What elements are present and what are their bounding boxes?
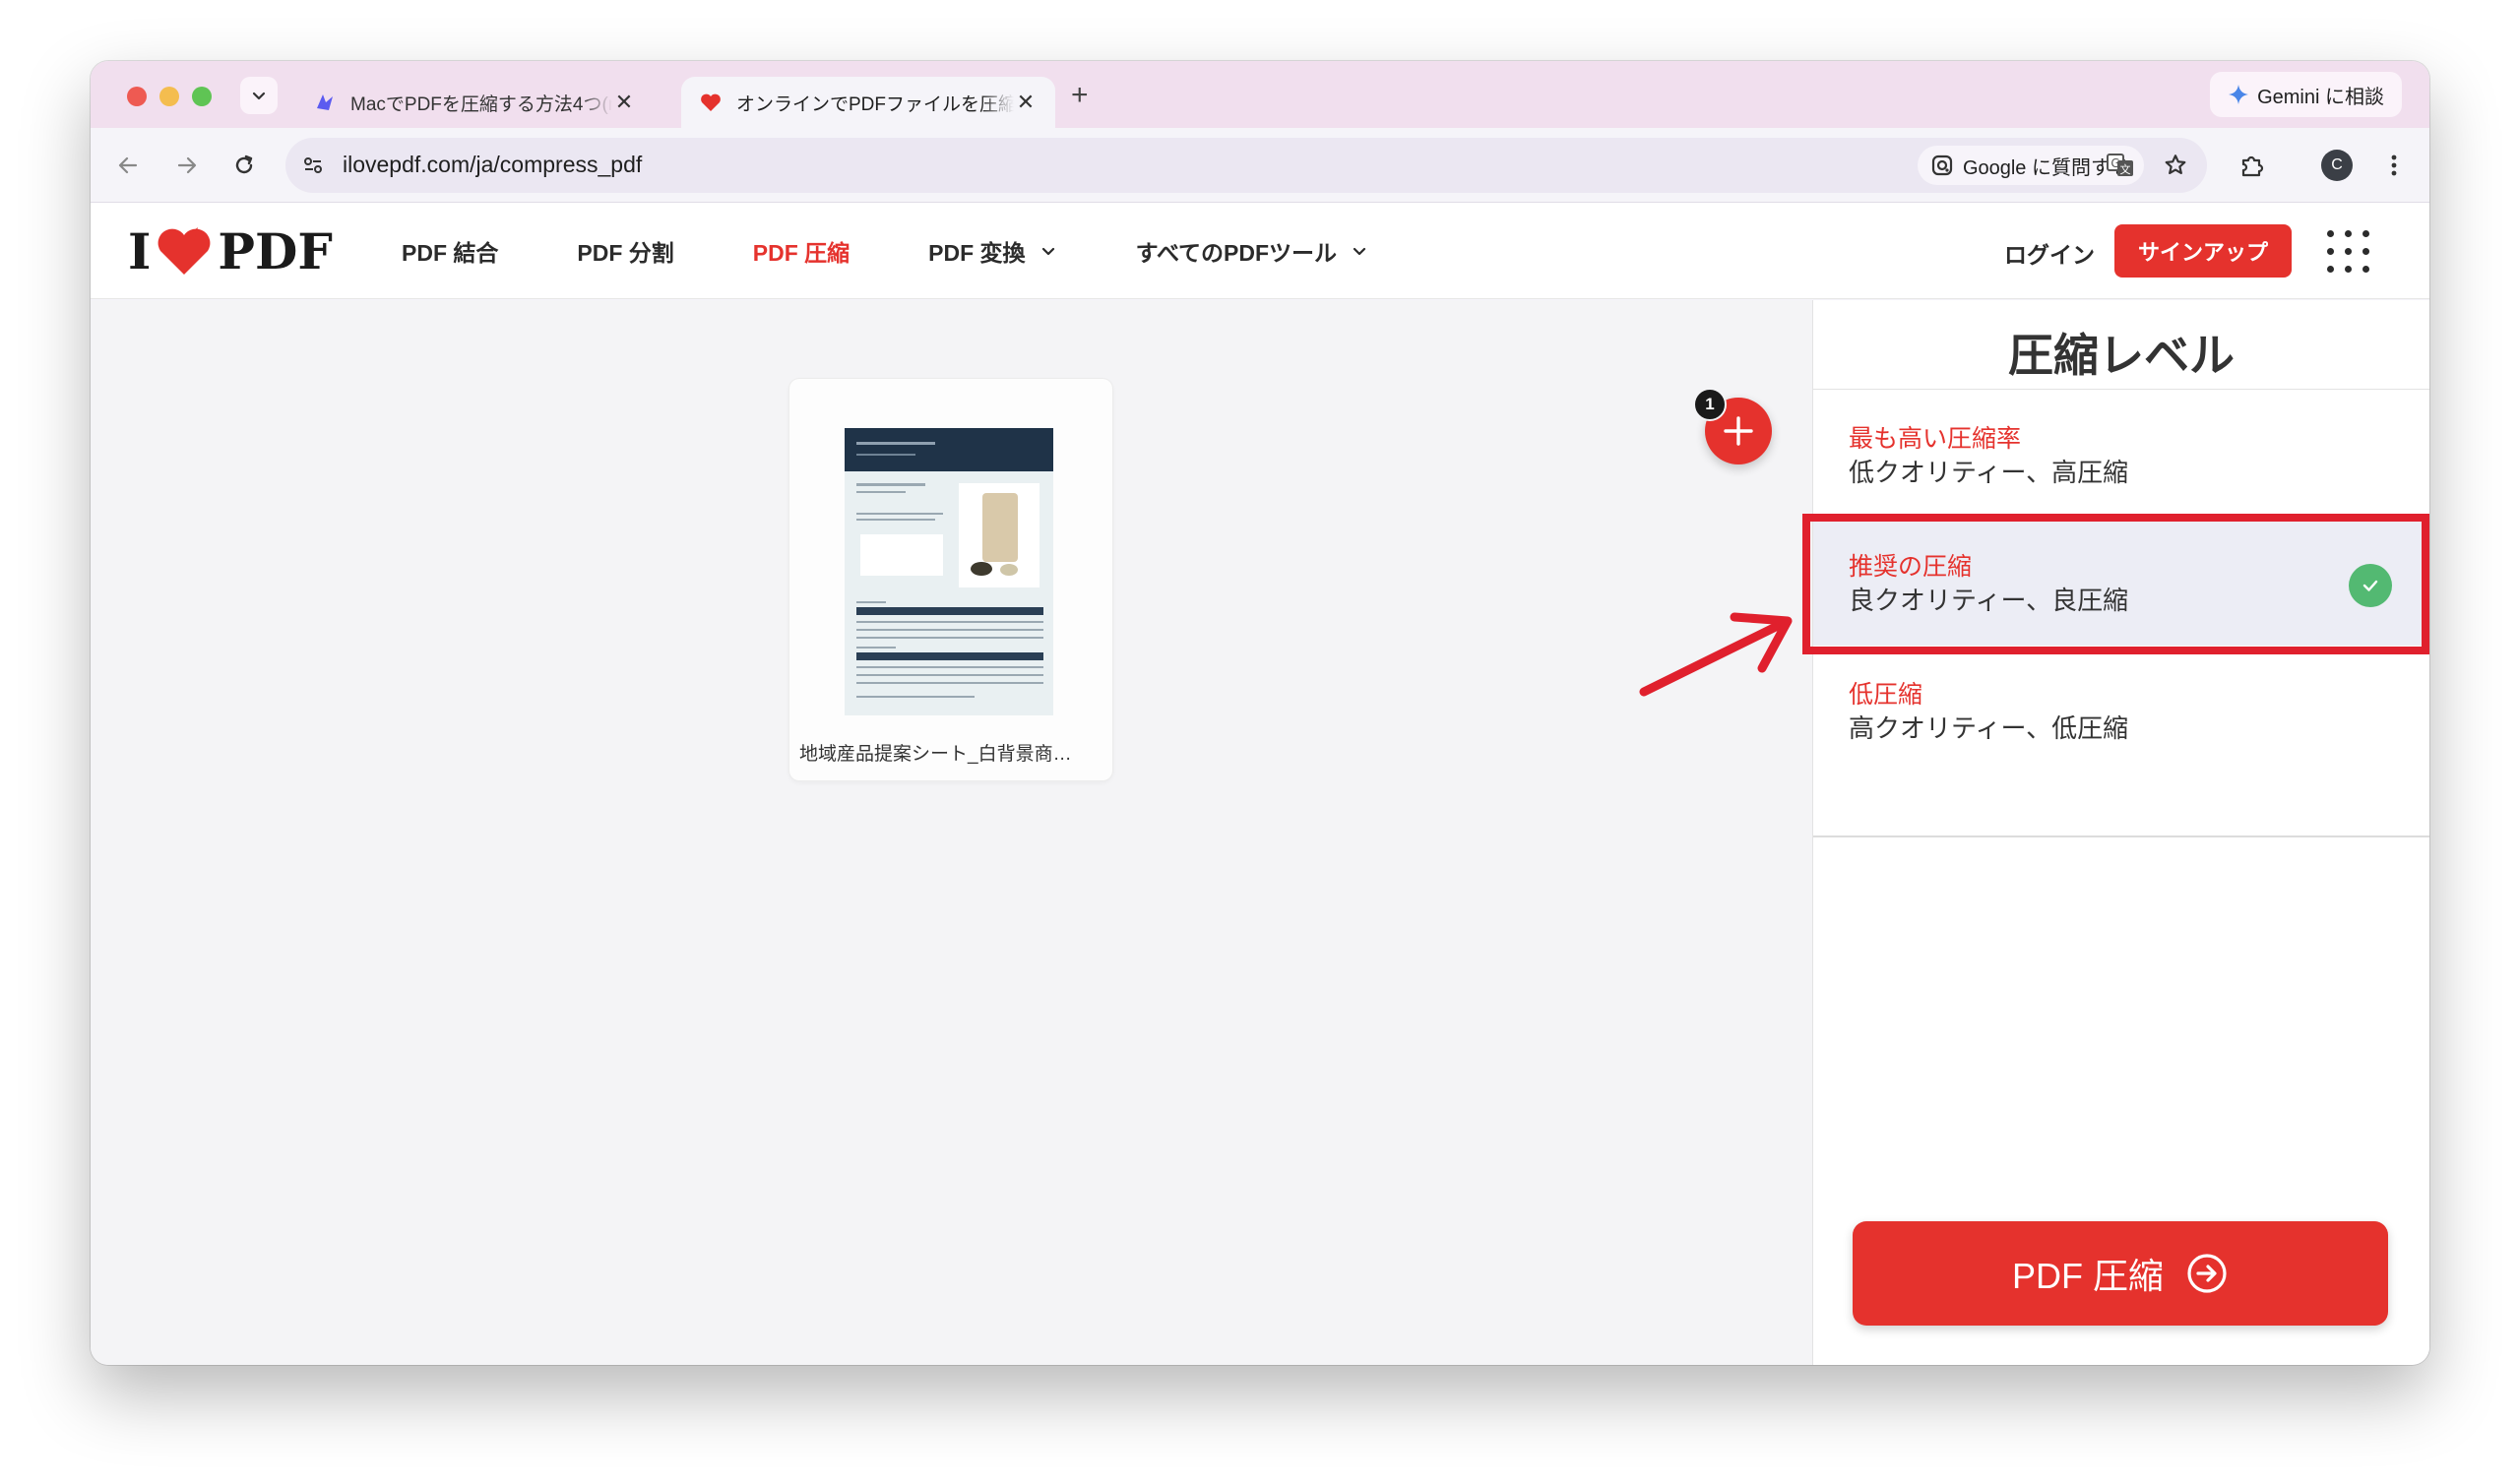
annotation-arrow-icon — [1639, 612, 1793, 697]
login-link[interactable]: ログイン — [2004, 236, 2095, 270]
bookmark-star-button[interactable] — [2160, 150, 2191, 181]
apps-grid-icon[interactable] — [2327, 230, 2370, 274]
lens-icon — [1931, 155, 1953, 176]
browser-window: MacでPDFを圧縮する方法4つ(n ✕ オンラインでPDFファイルを圧縮 ✕ … — [91, 61, 2429, 1365]
nav-all-tools[interactable]: すべてのPDFツール — [1136, 234, 1368, 268]
tab-strip: MacでPDFを圧縮する方法4つ(n ✕ オンラインでPDFファイルを圧縮 ✕ … — [91, 61, 2429, 128]
reload-icon — [235, 155, 253, 174]
back-button[interactable] — [110, 148, 146, 183]
nav-label: PDF 結合 — [402, 240, 499, 266]
option-low-compression[interactable]: 低圧縮 高クオリティー、低圧縮 — [1813, 646, 2429, 773]
arrow-circle-right-icon — [2187, 1254, 2227, 1293]
option-description: 低クオリティー、高圧縮 — [1849, 458, 2129, 487]
compress-pdf-button[interactable]: PDF 圧縮 — [1853, 1221, 2388, 1326]
ilovepdf-logo[interactable]: I PDF — [128, 221, 333, 280]
file-count-badge: 1 — [1693, 388, 1727, 421]
tab-inactive[interactable]: MacでPDFを圧縮する方法4つ(n ✕ — [295, 77, 654, 128]
tab-title: オンラインでPDFファイルを圧縮 — [736, 93, 1014, 115]
gemini-button[interactable]: Gemini に相談 — [2210, 72, 2402, 117]
plus-icon — [1724, 416, 1753, 446]
translate-button[interactable]: G文 — [2099, 144, 2142, 187]
site-header: I PDF PDF 結合 PDF 分割 PDF 圧縮 PDF 変換 すべてのPD… — [91, 203, 2429, 299]
address-bar[interactable]: ilovepdf.com/ja/compress_pdf Google に質問す… — [285, 138, 2207, 193]
nav-label: すべてのPDFツール — [1135, 240, 1338, 266]
extensions-button[interactable] — [2235, 148, 2270, 183]
panel-title: 圧縮レベル — [2008, 330, 2235, 381]
logo-pdf-text: PDF — [218, 221, 333, 280]
more-vertical-icon — [2391, 155, 2397, 176]
compression-level-panel: 圧縮レベル 最も高い圧縮率 低クオリティー、高圧縮 推奨の圧縮 良クオリティー、… — [1812, 300, 2429, 1365]
star-icon — [2165, 155, 2186, 174]
nav-label: PDF 変換 — [928, 240, 1026, 266]
nav-convert-pdf[interactable]: PDF 変換 — [928, 234, 1056, 268]
minimize-window-button[interactable] — [159, 87, 179, 106]
compress-button-label: PDF 圧縮 — [2011, 1256, 2164, 1296]
pdf-file-card[interactable]: 地域産品提案シート_白背景商… — [789, 379, 1112, 780]
file-name: 地域産品提案シート_白背景商… — [799, 744, 1072, 765]
browser-toolbar: ilovepdf.com/ja/compress_pdf Google に質問す… — [91, 128, 2429, 203]
nav-label: PDF 分割 — [577, 240, 674, 266]
chevron-down-icon — [1353, 247, 1366, 256]
url-text: ilovepdf.com/ja/compress_pdf — [343, 152, 643, 177]
nav-compress-pdf[interactable]: PDF 圧縮 — [753, 234, 850, 268]
maximize-window-button[interactable] — [192, 87, 212, 106]
option-title: 推奨の圧縮 — [1849, 553, 1973, 581]
tab-title: MacでPDFを圧縮する方法4つ(n — [350, 93, 612, 115]
browser-menu-button[interactable] — [2376, 148, 2412, 183]
translate-icon: G文 — [2107, 154, 2133, 176]
option-extreme-compression[interactable]: 最も高い圧縮率 低クオリティー、高圧縮 — [1813, 390, 2429, 518]
option-description: 高クオリティー、低圧縮 — [1849, 713, 2129, 743]
close-window-button[interactable] — [127, 87, 147, 106]
site-settings-icon[interactable] — [299, 152, 327, 179]
reload-button[interactable] — [226, 148, 262, 183]
arrow-right-icon — [177, 156, 197, 174]
puzzle-icon — [2241, 155, 2264, 177]
arrow-left-icon — [118, 156, 138, 174]
pdf-thumbnail — [845, 428, 1053, 715]
profile-avatar[interactable]: C — [2321, 150, 2353, 181]
gemini-sparkle-icon — [2229, 85, 2249, 104]
chevron-down-icon — [252, 92, 266, 100]
nav-split-pdf[interactable]: PDF 分割 — [577, 234, 673, 268]
close-tab-icon[interactable]: ✕ — [612, 90, 636, 115]
ilovepdf-heart-icon — [699, 91, 723, 114]
option-recommended-compression[interactable]: 推奨の圧縮 良クオリティー、良圧縮 — [1813, 518, 2429, 646]
signup-button[interactable]: サインアップ — [2114, 224, 2292, 278]
forward-button[interactable] — [169, 148, 205, 183]
option-title: 最も高い圧縮率 — [1849, 425, 2022, 453]
main-nav: PDF 結合 PDF 分割 PDF 圧縮 PDF 変換 すべてのPDFツール — [402, 203, 1447, 299]
option-description: 良クオリティー、良圧縮 — [1849, 586, 2129, 615]
chevron-down-icon — [1041, 247, 1054, 256]
new-tab-button[interactable]: + — [1071, 79, 1089, 112]
nav-label: PDF 圧縮 — [752, 240, 850, 266]
close-tab-icon[interactable]: ✕ — [1014, 90, 1038, 115]
nav-merge-pdf[interactable]: PDF 結合 — [402, 234, 498, 268]
tab-search-button[interactable] — [240, 77, 278, 114]
heart-icon — [158, 227, 211, 275]
svg-text:文: 文 — [2120, 162, 2131, 176]
logo-letter-i: I — [128, 221, 152, 280]
option-title: 低圧縮 — [1849, 681, 1923, 709]
file-workspace: 地域産品提案シート_白背景商… 1 — [91, 300, 1812, 1365]
check-icon — [2349, 564, 2392, 607]
app-favicon-icon — [313, 91, 337, 114]
tab-active[interactable]: オンラインでPDFファイルを圧縮 ✕ — [681, 77, 1055, 128]
gemini-label: Gemini に相談 — [2257, 86, 2384, 108]
